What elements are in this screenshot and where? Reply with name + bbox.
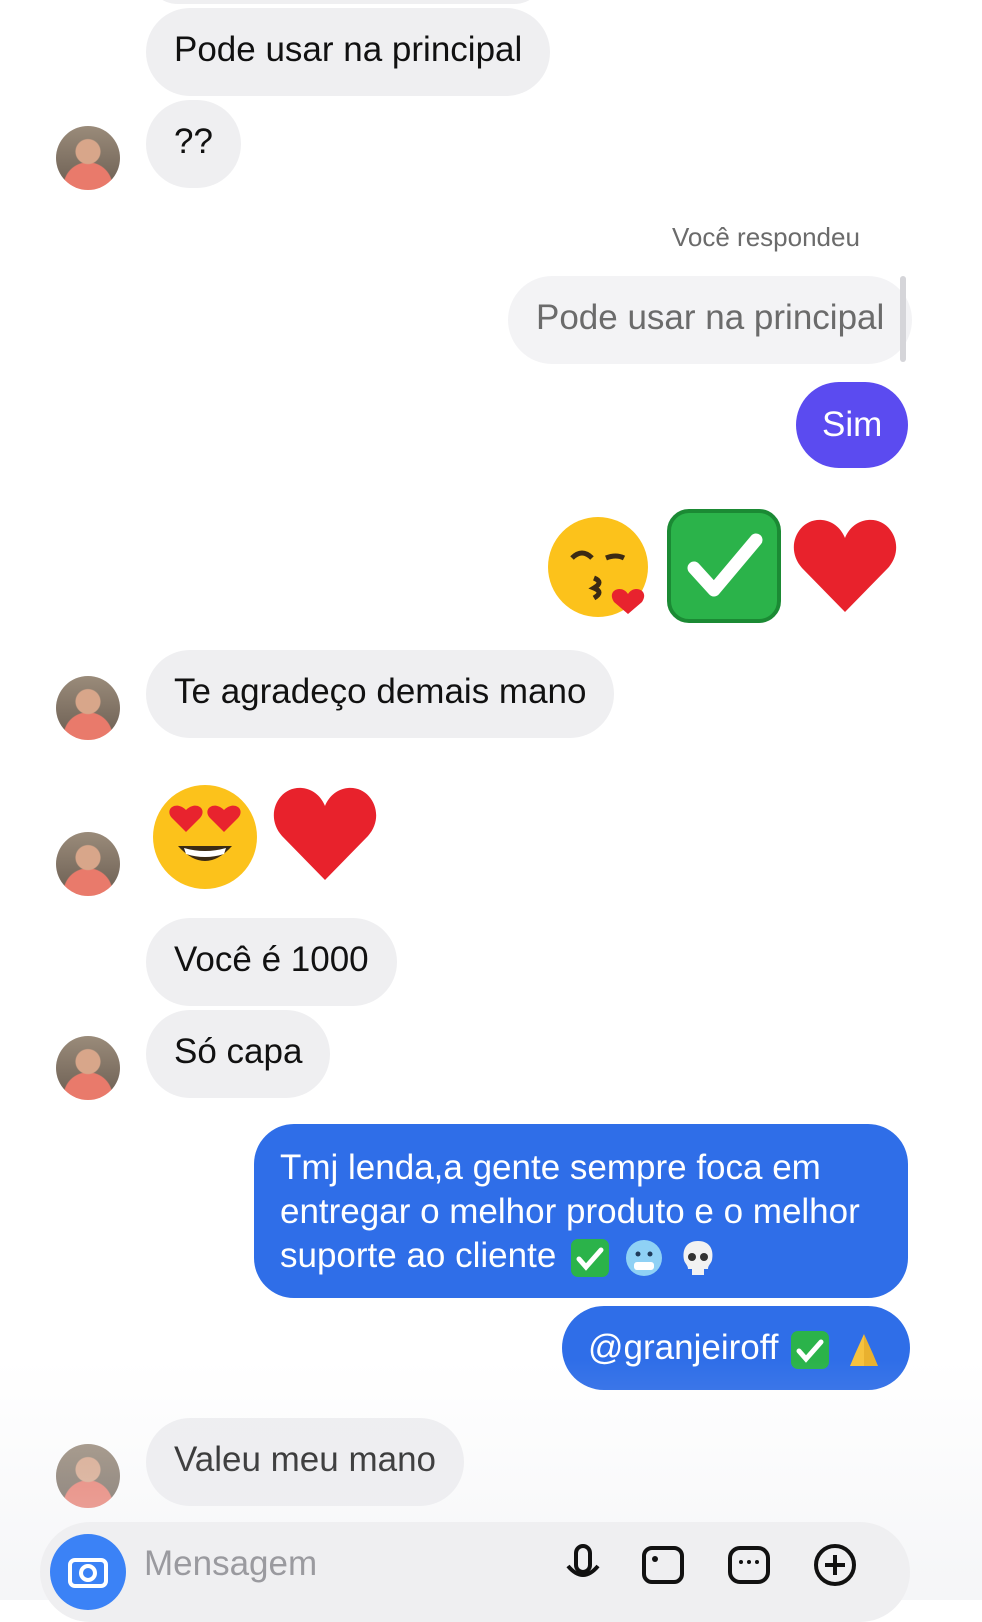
- sticker-icon[interactable]: [726, 1542, 772, 1588]
- check-mark-icon: [667, 509, 781, 623]
- heart-icon: [273, 787, 377, 880]
- avatar[interactable]: [56, 676, 120, 740]
- message-text: Sim: [822, 405, 883, 444]
- message-text: Você é 1000: [174, 940, 369, 979]
- message-text: Pode usar na principal: [174, 30, 523, 69]
- message-bubble-partial: [146, 0, 546, 4]
- message-text: Te agradeço demais mano: [174, 672, 587, 711]
- reply-indicator: [900, 276, 906, 362]
- avatar[interactable]: [56, 832, 120, 896]
- message-bubble-incoming[interactable]: Você é 1000: [146, 918, 397, 1006]
- cold-face-icon: [625, 1239, 662, 1276]
- check-mark-icon: [571, 1238, 610, 1277]
- camera-button[interactable]: [50, 1534, 126, 1610]
- folded-hands-icon: [850, 1333, 879, 1366]
- camera-icon: [68, 1558, 108, 1588]
- skull-icon: [683, 1240, 712, 1275]
- plus-icon[interactable]: [812, 1542, 858, 1588]
- avatar[interactable]: [56, 1036, 120, 1100]
- message-bubble-incoming[interactable]: Valeu meu mano: [146, 1418, 465, 1506]
- emoji-message-incoming[interactable]: [150, 780, 390, 896]
- message-composer[interactable]: Mensagem: [40, 1522, 910, 1622]
- image-icon[interactable]: [640, 1542, 686, 1588]
- message-bubble-incoming[interactable]: Te agradeço demais mano: [146, 650, 615, 738]
- message-bubble-incoming[interactable]: ??: [146, 100, 241, 188]
- message-bubble-outgoing[interactable]: Sim: [796, 382, 909, 468]
- message-input[interactable]: Mensagem: [144, 1544, 317, 1584]
- check-mark-icon: [791, 1330, 830, 1369]
- heart-icon: [793, 519, 897, 612]
- message-text: @granjeiroff: [588, 1328, 779, 1367]
- kissing-face-icon: [548, 517, 648, 617]
- message-text: Valeu meu mano: [174, 1440, 437, 1479]
- reply-label: Você respondeu: [672, 222, 860, 252]
- emoji-message-outgoing[interactable]: [546, 508, 906, 624]
- quoted-text: Pode usar na principal: [536, 298, 885, 337]
- message-bubble-outgoing[interactable]: @granjeiroff: [562, 1306, 911, 1390]
- avatar[interactable]: [56, 126, 120, 190]
- message-bubble-incoming[interactable]: Pode usar na principal: [146, 8, 551, 96]
- avatar[interactable]: [56, 1444, 120, 1508]
- message-bubble-outgoing[interactable]: Tmj lenda,a gente sempre foca em entrega…: [254, 1124, 908, 1298]
- quoted-message[interactable]: Pode usar na principal: [508, 276, 913, 364]
- chat-thread: Pode usar na principal ?? Você respondeu…: [0, 0, 982, 1622]
- microphone-icon[interactable]: [560, 1542, 606, 1588]
- message-text: ??: [174, 122, 213, 161]
- heart-eyes-face-icon: [153, 785, 257, 889]
- message-text: Só capa: [174, 1032, 303, 1071]
- message-bubble-incoming[interactable]: Só capa: [146, 1010, 331, 1098]
